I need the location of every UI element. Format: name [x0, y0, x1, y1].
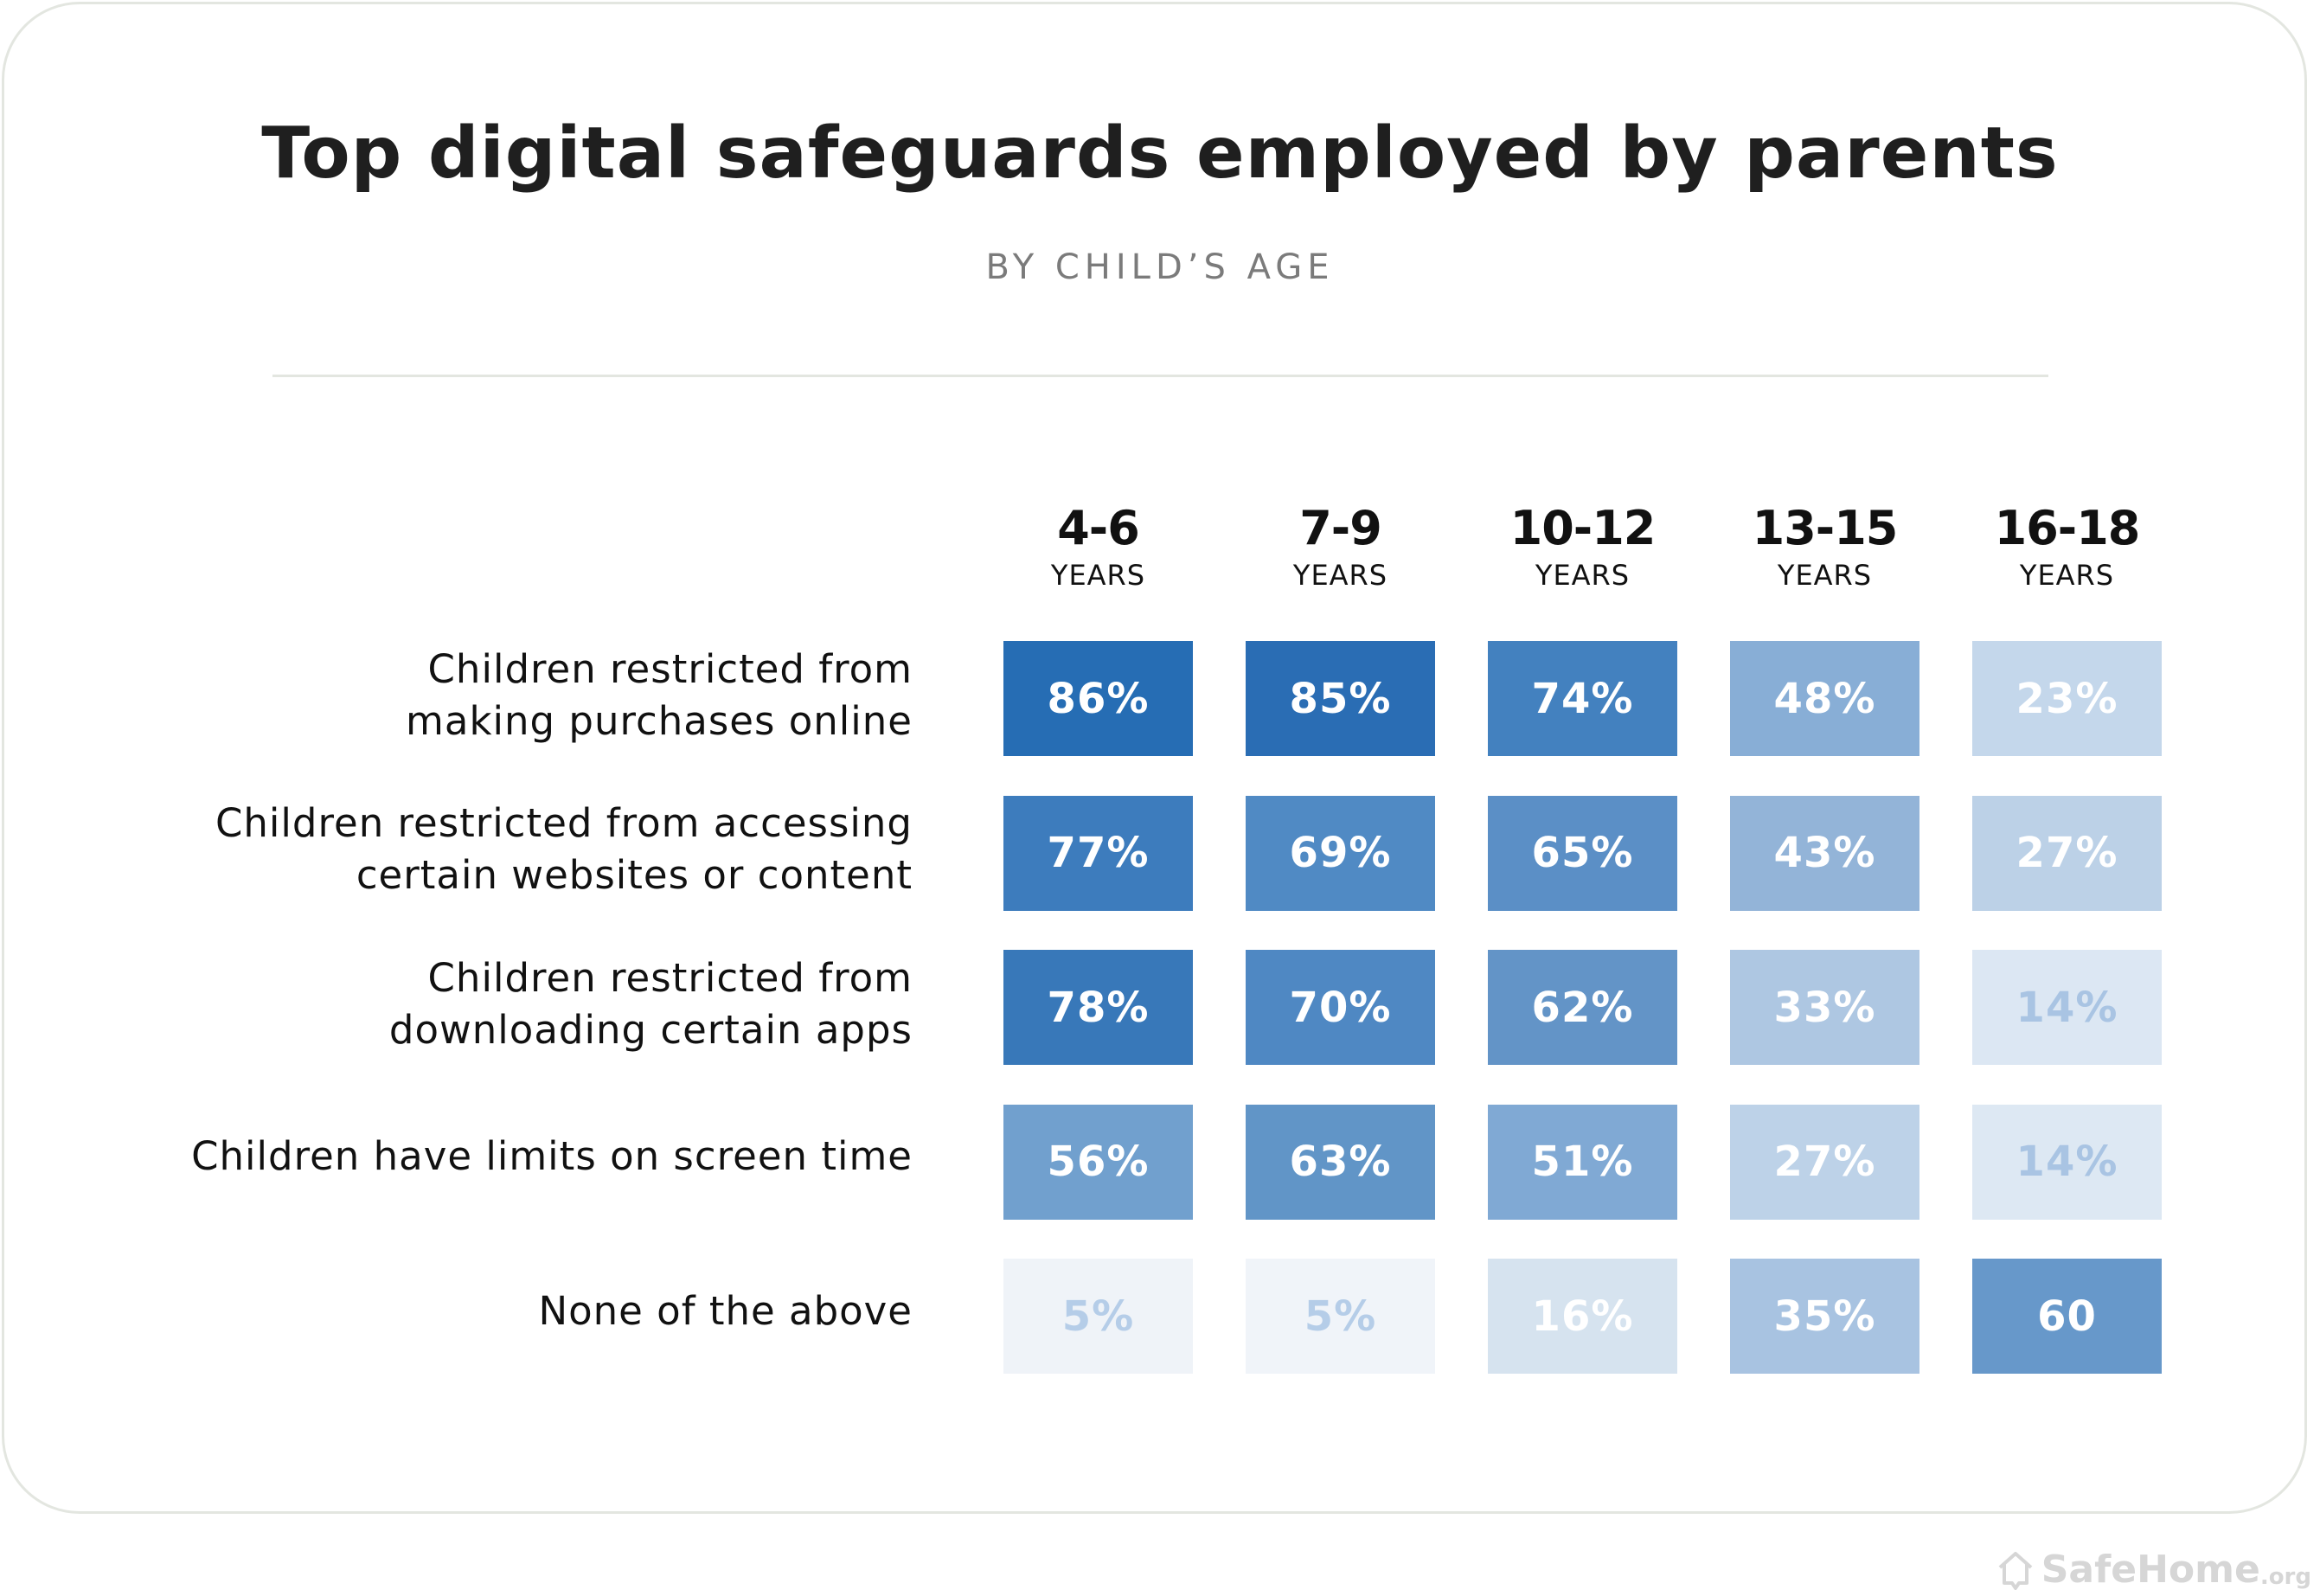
heatmap-cell: 74%	[1488, 641, 1677, 756]
cell-value-label: 14%	[2016, 1138, 2118, 1186]
heatmap-cell: 5%	[1246, 1259, 1435, 1374]
column-unit: YEARS	[2019, 559, 2115, 592]
row-label-line: Children restricted from	[427, 954, 913, 1001]
heatmap-cell: 70%	[1246, 950, 1435, 1065]
cell-value-label: 85%	[1289, 674, 1392, 723]
heatmap-cell: 85%	[1246, 641, 1435, 756]
cell-value-label: 70%	[1289, 983, 1392, 1032]
row-label: Children restricted from making purchases…	[48, 644, 913, 747]
column-age-range: 7-9	[1299, 501, 1382, 555]
cell-value-label: 16%	[1531, 1292, 1634, 1341]
heatmap-cell: 65%	[1488, 795, 1677, 911]
column-header: 16-18 YEARS	[1972, 500, 2162, 593]
heatmap-cell: 48%	[1730, 641, 1919, 756]
house-chat-icon	[1998, 1552, 2033, 1590]
heatmap-cell: 78%	[1003, 950, 1193, 1065]
column-unit: YEARS	[1050, 559, 1146, 592]
heatmap-cell: 14%	[1972, 1104, 2162, 1220]
cell-value-label: 62%	[1531, 983, 1634, 1032]
heatmap-cell: 77%	[1003, 795, 1193, 911]
row-label: None of the above	[48, 1285, 913, 1337]
cell-value-label: 43%	[1773, 829, 1876, 877]
cell-value-label: 51%	[1531, 1138, 1634, 1186]
column-age-range: 4-6	[1057, 501, 1140, 555]
cell-value-label: 27%	[1773, 1138, 1876, 1186]
cell-value-label: 65%	[1531, 829, 1634, 877]
row-label-line: Children restricted from	[427, 645, 913, 692]
heatmap-cell: 43%	[1730, 795, 1919, 911]
cell-value-label: 35%	[1773, 1292, 1876, 1341]
row-label: Children restricted from accessing certai…	[48, 798, 913, 901]
cell-value-label: 56%	[1047, 1138, 1150, 1186]
heatmap-cell: 60	[1972, 1259, 2162, 1374]
divider	[272, 375, 2048, 377]
row-label-line: Children restricted from accessing	[215, 800, 913, 846]
heatmap-cell: 5%	[1003, 1259, 1193, 1374]
heatmap-cell: 16%	[1488, 1259, 1677, 1374]
cell-value-label: 78%	[1047, 983, 1150, 1032]
column-header: 10-12 YEARS	[1488, 500, 1677, 593]
heatmap-cell: 86%	[1003, 641, 1193, 756]
column-unit: YEARS	[1292, 559, 1388, 592]
heatmap-cell: 35%	[1730, 1259, 1919, 1374]
heatmap-cell: 63%	[1246, 1104, 1435, 1220]
heatmap-cell: 56%	[1003, 1104, 1193, 1220]
heatmap-cell: 14%	[1972, 950, 2162, 1065]
heatmap-cell: 69%	[1246, 795, 1435, 911]
cell-value-label: 63%	[1289, 1138, 1392, 1186]
heatmap-cell: 23%	[1972, 641, 2162, 756]
cell-value-label: 27%	[2016, 829, 2118, 877]
row-label-line: certain websites or content	[356, 852, 913, 898]
logo-name: SafeHome	[2041, 1548, 2260, 1592]
column-unit: YEARS	[1777, 559, 1873, 592]
row-label-line: None of the above	[538, 1287, 913, 1334]
column-age-range: 16-18	[1994, 501, 2141, 555]
heatmap-cell: 62%	[1488, 950, 1677, 1065]
chart-title: Top digital safeguards employed by paren…	[261, 112, 2059, 195]
column-header: 13-15 YEARS	[1730, 500, 1919, 593]
row-label-line: downloading certain apps	[388, 1006, 913, 1053]
column-unit: YEARS	[1535, 559, 1631, 592]
cell-value-label: 69%	[1289, 829, 1392, 877]
cell-value-label: 86%	[1047, 674, 1150, 723]
cell-value-label: 23%	[2016, 674, 2118, 723]
column-header: 7-9 YEARS	[1246, 500, 1435, 593]
cell-value-label: 33%	[1773, 983, 1876, 1032]
column-header: 4-6 YEARS	[1003, 500, 1193, 593]
chart-subtitle: BY CHILD’S AGE	[985, 247, 1335, 287]
heatmap-cell: 33%	[1730, 950, 1919, 1065]
heatmap-cell: 27%	[1730, 1104, 1919, 1220]
cell-value-label: 5%	[1304, 1292, 1377, 1341]
heatmap-cell: 51%	[1488, 1104, 1677, 1220]
cell-value-label: 77%	[1047, 829, 1150, 877]
row-label-line: making purchases online	[406, 697, 913, 744]
heatmap-cell: 27%	[1972, 795, 2162, 911]
column-age-range: 13-15	[1752, 501, 1899, 555]
cell-value-label: 74%	[1531, 674, 1634, 723]
row-label-line: Children have limits on screen time	[191, 1133, 913, 1179]
logo-tld: .org	[2259, 1564, 2311, 1590]
row-label: Children have limits on screen time	[48, 1131, 913, 1183]
cell-value-label: 14%	[2016, 983, 2118, 1032]
cell-value-label: 48%	[1773, 674, 1876, 723]
column-age-range: 10-12	[1509, 501, 1657, 555]
safehome-logo: SafeHome .org	[1995, 1548, 2311, 1592]
row-label: Children restricted from downloading cert…	[48, 952, 913, 1056]
cell-value-label: 60	[2037, 1292, 2097, 1341]
cell-value-label: 5%	[1061, 1292, 1135, 1341]
